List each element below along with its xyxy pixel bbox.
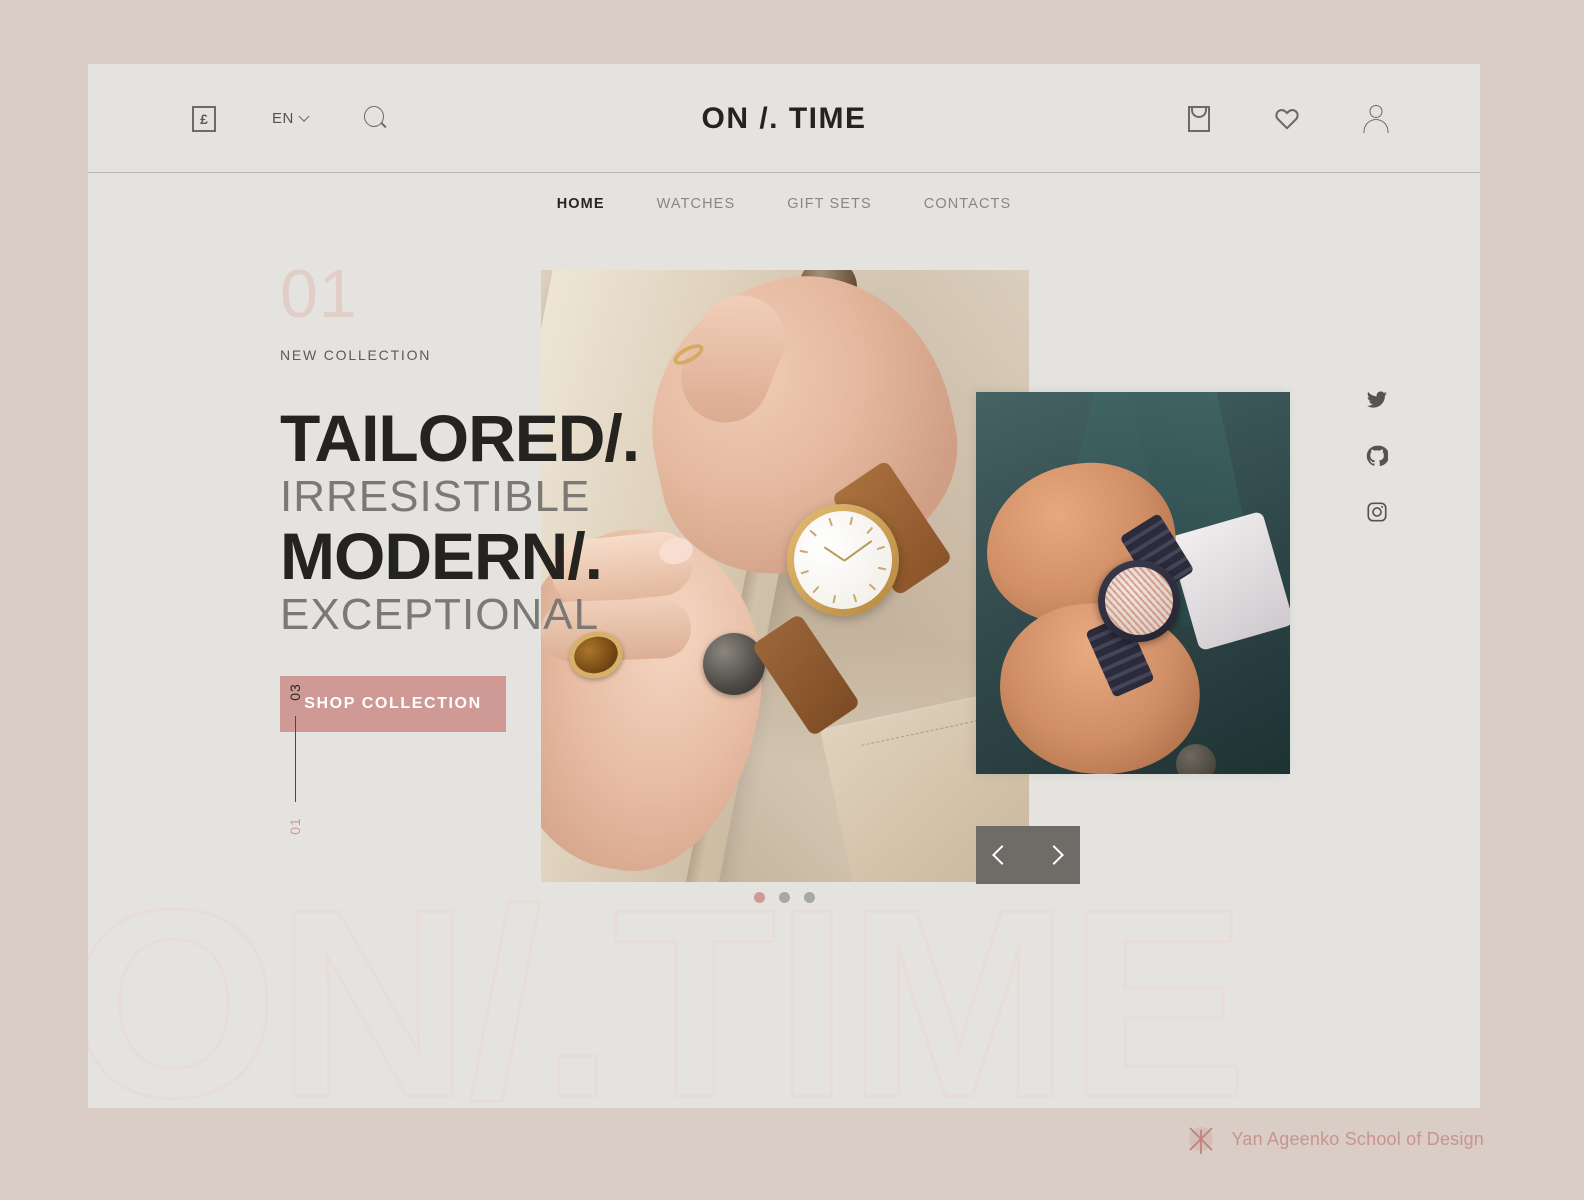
- carousel-dots: [88, 892, 1480, 903]
- slide-counter-total: 03: [286, 683, 303, 701]
- social-links-rail: [1366, 389, 1388, 523]
- top-bar: £ EN ON /. TIME: [88, 64, 1480, 173]
- chevron-left-icon[interactable]: [992, 845, 1012, 865]
- nav-item-watches[interactable]: WATCHES: [657, 196, 736, 212]
- carousel-dot-2[interactable]: [778, 892, 790, 903]
- shopping-bag-icon[interactable]: [1188, 105, 1210, 132]
- hero-image-watch-minute-hand: [843, 540, 873, 562]
- main-navigation: HOME WATCHES GIFT SETS CONTACTS: [88, 173, 1480, 235]
- instagram-icon[interactable]: [1366, 501, 1388, 523]
- hero-headline-line-2: IRRESISTIBLE: [280, 471, 591, 521]
- nav-item-gift-sets[interactable]: GIFT SETS: [787, 196, 872, 212]
- secondary-image-watch-face: [1105, 567, 1173, 635]
- top-bar-right-group: [1188, 64, 1389, 173]
- attribution-text: Yan Ageenko School of Design: [1231, 1128, 1484, 1149]
- heart-icon[interactable]: [1274, 106, 1300, 132]
- hero-text-block: 01 NEW COLLECTION TAILORED/. IRRESISTIBL…: [280, 256, 700, 733]
- hero-headline-line-3: MODERN/.: [280, 518, 603, 593]
- shop-collection-button[interactable]: SHOP COLLECTION: [280, 676, 506, 733]
- page-panel: ON/.TIME £ EN ON /. TIME HOME WATCHES GI…: [88, 64, 1480, 1108]
- hero-slide-number: 01: [280, 256, 358, 332]
- hero-image-watch-hour-hand: [823, 546, 845, 562]
- twitter-icon[interactable]: [1366, 389, 1388, 411]
- nav-item-contacts[interactable]: CONTACTS: [924, 196, 1011, 212]
- github-icon[interactable]: [1366, 445, 1388, 467]
- yan-ageenko-logo-icon: [1186, 1122, 1218, 1156]
- user-icon[interactable]: [1363, 104, 1389, 133]
- carousel-arrow-controls[interactable]: [976, 826, 1080, 884]
- user-icon-body: [1363, 118, 1389, 133]
- background-watermark-text: ON/.TIME: [88, 853, 1249, 1109]
- user-icon-head: [1369, 104, 1383, 118]
- hero-eyebrow-label: NEW COLLECTION: [280, 346, 432, 363]
- attribution: Yan Ageenko School of Design: [1186, 1122, 1484, 1156]
- secondary-image-watch-case: [1098, 560, 1180, 642]
- slide-counter-bar: [294, 716, 296, 802]
- slide-counter: 03 01: [280, 683, 310, 835]
- chevron-right-icon[interactable]: [1044, 845, 1064, 865]
- carousel-dot-1[interactable]: [753, 892, 765, 903]
- carousel-dot-3[interactable]: [803, 892, 815, 903]
- hero-headline-line-1: TAILORED/.: [280, 400, 640, 475]
- slide-counter-current: 01: [286, 817, 303, 835]
- hero-headline-line-4: EXCEPTIONAL: [280, 589, 600, 639]
- secondary-image-man-dark-watch[interactable]: [976, 392, 1290, 774]
- nav-item-home[interactable]: HOME: [557, 196, 605, 212]
